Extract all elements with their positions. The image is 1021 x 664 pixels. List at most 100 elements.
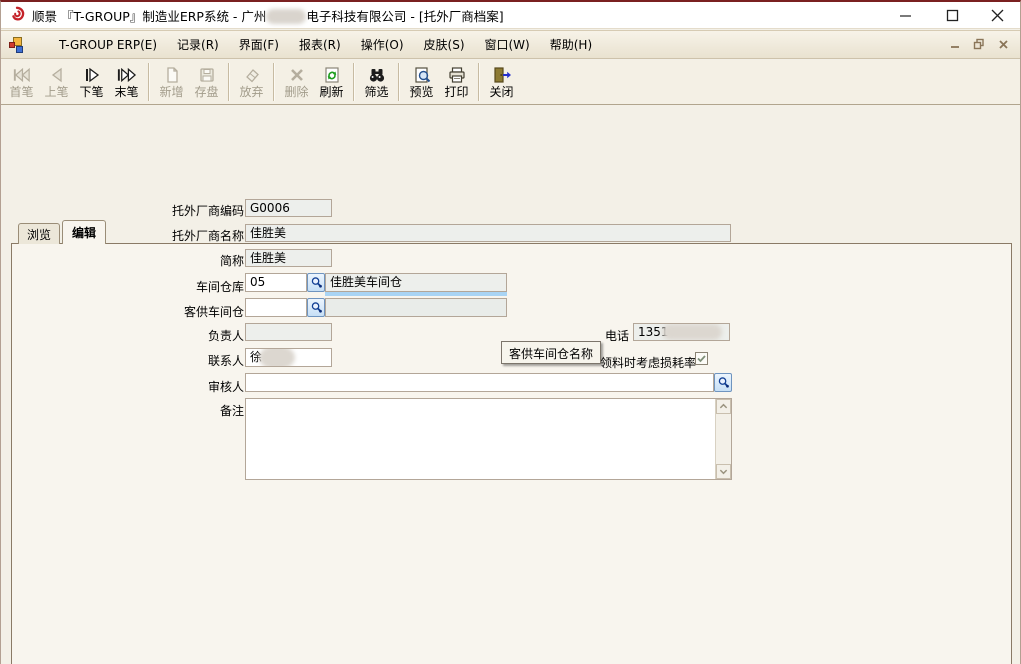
phone-label: 电话 bbox=[605, 327, 629, 344]
magnifier-icon bbox=[717, 376, 730, 389]
new-button[interactable]: 新增 bbox=[154, 61, 189, 103]
minimize-icon bbox=[899, 9, 912, 22]
remark-textarea[interactable] bbox=[245, 398, 732, 480]
menu-report[interactable]: 报表(R) bbox=[289, 32, 351, 57]
workshop-warehouse-code-input[interactable]: 05 bbox=[245, 273, 307, 292]
next-record-icon bbox=[82, 65, 102, 85]
customer-workshop-lookup-button[interactable] bbox=[307, 298, 325, 317]
close-icon bbox=[991, 9, 1004, 22]
preview-button[interactable]: 预览 bbox=[404, 61, 439, 103]
manager-field[interactable] bbox=[245, 323, 332, 341]
menu-skin[interactable]: 皮肤(S) bbox=[414, 32, 475, 57]
menu-interface[interactable]: 界面(F) bbox=[229, 32, 289, 57]
refresh-button[interactable]: 刷新 bbox=[314, 61, 349, 103]
toolbar-separator bbox=[398, 63, 400, 101]
mdi-window-controls bbox=[948, 37, 1010, 51]
print-button[interactable]: 打印 bbox=[439, 61, 474, 103]
auditor-lookup-button[interactable] bbox=[714, 373, 732, 392]
prev-record-icon bbox=[47, 65, 67, 85]
last-record-button[interactable]: 末笔 bbox=[109, 61, 144, 103]
window-title: 顺景 『T-GROUP』制造业ERP系统 - 广州电子科技有限公司 - [托外厂… bbox=[32, 6, 504, 25]
mdi-minimize-button[interactable] bbox=[948, 37, 962, 51]
scroll-down-button[interactable] bbox=[716, 464, 731, 479]
prev-record-button[interactable]: 上笔 bbox=[39, 61, 74, 103]
loss-rate-checkbox[interactable] bbox=[695, 352, 708, 365]
auditor-field[interactable] bbox=[245, 373, 714, 392]
app-logo-icon bbox=[8, 6, 26, 24]
workshop-warehouse-lookup-button[interactable] bbox=[307, 273, 325, 292]
remark-scrollbar[interactable] bbox=[715, 399, 731, 479]
vendor-name-field[interactable]: 佳胜美 bbox=[245, 224, 731, 242]
customer-workshop-name-field[interactable] bbox=[325, 298, 507, 317]
maximize-button[interactable] bbox=[937, 2, 967, 28]
print-preview-icon bbox=[412, 65, 432, 85]
printer-icon bbox=[447, 65, 467, 85]
save-button[interactable]: 存盘 bbox=[189, 61, 224, 103]
binoculars-icon bbox=[367, 65, 387, 85]
vendor-code-label: 托外厂商编码 bbox=[44, 202, 244, 219]
delete-x-icon bbox=[287, 65, 307, 85]
contact-label: 联系人 bbox=[44, 352, 244, 369]
minimize-button[interactable] bbox=[890, 2, 920, 28]
titlebar: 顺景 『T-GROUP』制造业ERP系统 - 广州电子科技有限公司 - [托外厂… bbox=[1, 2, 1020, 29]
tab-edit[interactable]: 编辑 bbox=[62, 220, 106, 244]
redacted-phone-blur bbox=[662, 324, 722, 340]
menu-operation[interactable]: 操作(O) bbox=[351, 32, 414, 57]
chevron-up-icon bbox=[719, 402, 728, 411]
toolbar-separator bbox=[148, 63, 150, 101]
refresh-icon bbox=[322, 65, 342, 85]
chevron-down-icon bbox=[719, 467, 728, 476]
menu-record[interactable]: 记录(R) bbox=[167, 32, 229, 57]
customer-workshop-code-input[interactable] bbox=[245, 298, 307, 317]
menubar: T-GROUP ERP(E) 记录(R) 界面(F) 报表(R) 操作(O) 皮… bbox=[1, 30, 1020, 59]
vendor-code-field[interactable]: G0006 bbox=[245, 199, 332, 217]
manager-label: 负责人 bbox=[44, 327, 244, 344]
redacted-contact-blur bbox=[259, 348, 295, 367]
redacted-company-name bbox=[266, 9, 306, 24]
erp-main-window: 顺景 『T-GROUP』制造业ERP系统 - 广州电子科技有限公司 - [托外厂… bbox=[0, 0, 1021, 664]
loss-rate-label: 领料时考虑损耗率 bbox=[600, 354, 696, 371]
magnifier-icon bbox=[310, 301, 323, 314]
focus-highlight-bar bbox=[325, 292, 507, 296]
short-name-field[interactable]: 佳胜美 bbox=[245, 249, 332, 267]
customer-workshop-label: 客供车间仓 bbox=[44, 303, 244, 320]
toolbar-separator bbox=[478, 63, 480, 101]
close-window-button[interactable]: 关闭 bbox=[484, 61, 519, 103]
first-record-icon bbox=[11, 65, 32, 85]
short-name-label: 简称 bbox=[44, 252, 244, 269]
first-record-button[interactable]: 首笔 bbox=[4, 61, 39, 103]
delete-button[interactable]: 删除 bbox=[279, 61, 314, 103]
maximize-icon bbox=[946, 9, 959, 22]
mdi-restore-icon bbox=[973, 38, 985, 50]
mdi-restore-button[interactable] bbox=[972, 37, 986, 51]
mdi-close-icon bbox=[998, 39, 1009, 50]
new-document-icon bbox=[162, 65, 182, 85]
menu-help[interactable]: 帮助(H) bbox=[540, 32, 602, 57]
menu-window[interactable]: 窗口(W) bbox=[475, 32, 540, 57]
toolbar-separator bbox=[273, 63, 275, 101]
contact-field[interactable]: 徐 bbox=[245, 348, 332, 367]
close-button[interactable] bbox=[982, 2, 1012, 28]
filter-button[interactable]: 筛选 bbox=[359, 61, 394, 103]
abandon-button[interactable]: 放弃 bbox=[234, 61, 269, 103]
next-record-button[interactable]: 下笔 bbox=[74, 61, 109, 103]
scroll-up-button[interactable] bbox=[716, 399, 731, 414]
toolbar-separator bbox=[353, 63, 355, 101]
tooltip-customer-workshop-name: 客供车间仓名称 bbox=[501, 341, 601, 364]
eraser-icon bbox=[242, 65, 262, 85]
workshop-warehouse-name-field[interactable]: 佳胜美车间仓 bbox=[325, 273, 507, 292]
last-record-icon bbox=[116, 65, 137, 85]
mdi-close-button[interactable] bbox=[996, 37, 1010, 51]
mdi-minimize-icon bbox=[950, 39, 961, 50]
magnifier-icon bbox=[310, 276, 323, 289]
menubar-grid-icon bbox=[9, 37, 25, 53]
phone-field[interactable]: 1351 bbox=[633, 323, 730, 341]
menu-tgroup-erp[interactable]: T-GROUP ERP(E) bbox=[49, 34, 167, 56]
save-disk-icon bbox=[197, 65, 217, 85]
toolbar-separator bbox=[228, 63, 230, 101]
checkbox-check-icon bbox=[696, 353, 707, 364]
workshop-warehouse-label: 车间仓库 bbox=[44, 278, 244, 295]
toolbar: 首笔 上笔 下笔 末笔 bbox=[1, 60, 1020, 105]
auditor-label: 审核人 bbox=[44, 378, 244, 395]
remark-label: 备注 bbox=[44, 402, 244, 419]
